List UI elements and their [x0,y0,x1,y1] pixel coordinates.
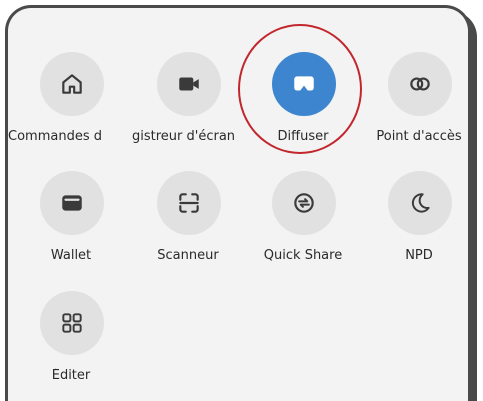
moon-icon [411,193,430,213]
tile-diffuser-label: Diffuser [277,129,329,144]
tile-hotspot[interactable]: Point d'accès [370,52,466,162]
tile-edit-label: Éditer [51,368,91,383]
tile-wallet[interactable]: Wallet [22,171,118,281]
tile-scanner-button[interactable] [157,171,221,235]
tile-wallet-label: Wallet [50,248,92,263]
tile-quick-share-button[interactable] [272,171,336,235]
tile-hotspot-label: Point d'accès [376,129,462,144]
tile-screen-recorder-label: gistreur d'écran [132,129,236,144]
tile-screen-recorder-button[interactable] [157,52,221,116]
hotspot-icon [410,77,430,91]
tile-scanner[interactable]: Scanneur [139,171,235,281]
home-icon [62,74,82,94]
tile-quick-share-label: Quick Share [263,248,343,263]
tile-scanner-label: Scanneur [157,248,219,263]
tile-npd-button[interactable] [388,171,452,235]
tile-commandes-label: Commandes d [8,129,102,144]
tile-edit-button[interactable] [40,291,104,355]
video-camera-icon [179,77,199,91]
tile-hotspot-button[interactable] [388,52,452,116]
tile-quick-share[interactable]: Quick Share [254,171,350,281]
quick-settings-panel: Commandes d gistreur d'écran Diffuser Po… [5,5,471,401]
cast-icon [294,76,314,91]
grid-edit-icon [62,313,82,333]
tile-commandes-button[interactable] [40,52,104,116]
scanner-icon [179,193,199,213]
wallet-icon [62,195,82,211]
tile-diffuser-button[interactable] [272,52,336,116]
tile-diffuser[interactable]: Diffuser [254,52,350,162]
tile-npd[interactable]: NPD [370,171,466,281]
tile-commandes[interactable]: Commandes d [8,52,118,162]
quick-share-icon [294,193,314,213]
tile-edit[interactable]: Éditer [22,291,118,401]
tile-screen-recorder[interactable]: gistreur d'écran [132,52,235,162]
screenshot: Commandes d gistreur d'écran Diffuser Po… [0,0,483,401]
tile-npd-label: NPD [405,248,433,263]
tile-wallet-button[interactable] [40,171,104,235]
